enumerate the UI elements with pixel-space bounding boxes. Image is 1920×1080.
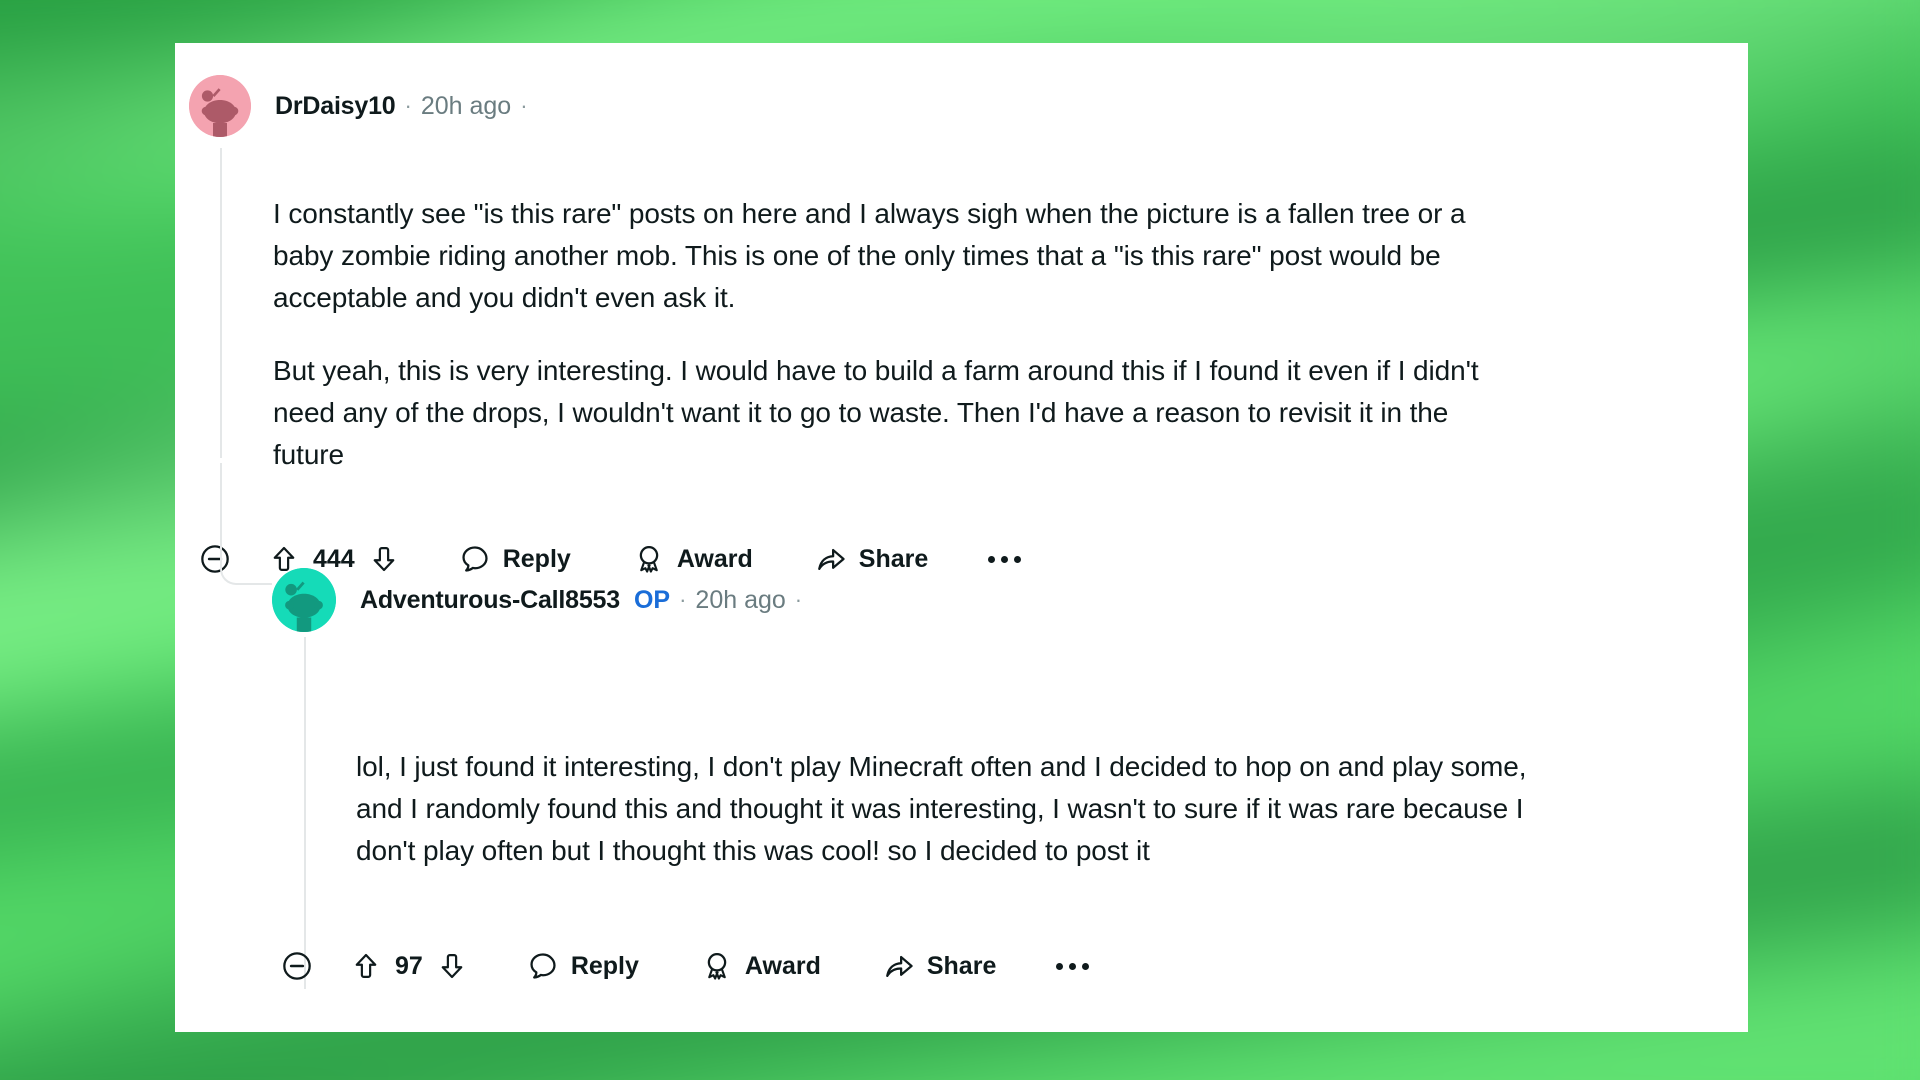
- meta-separator: ·: [404, 93, 412, 118]
- reply-body: lol, I just found it interesting, I don'…: [356, 746, 1574, 872]
- vote-group: 97: [351, 951, 467, 981]
- share-button[interactable]: Share: [883, 950, 996, 982]
- comment-author-name[interactable]: DrDaisy10: [275, 92, 396, 121]
- comment-card: DrDaisy10 · 20h ago · I constantly see "…: [175, 43, 1748, 1032]
- reply-action-bar: 97 Reply Award Share: [281, 950, 1090, 982]
- award-ribbon-icon: [707, 952, 727, 980]
- comment-header: DrDaisy10 · 20h ago ·: [189, 75, 537, 137]
- avatar-snoo-teal[interactable]: [272, 568, 336, 632]
- snoo-glyph-icon: [189, 75, 251, 137]
- downvote-arrow-icon: [441, 954, 463, 979]
- upvote-arrow-icon: [355, 953, 377, 978]
- overflow-dots-icon[interactable]: [1056, 962, 1090, 970]
- reply-author-name[interactable]: Adventurous-Call8553: [360, 586, 620, 615]
- comment-paragraph: I constantly see "is this rare" posts on…: [273, 198, 1466, 313]
- meta-separator-trailing: ·: [520, 93, 528, 118]
- upvote-button[interactable]: [351, 951, 381, 981]
- award-button[interactable]: Award: [701, 950, 821, 982]
- share-arrow-icon: [817, 548, 845, 570]
- reply-label: Reply: [570, 951, 639, 980]
- share-label: Share: [858, 544, 929, 573]
- reply-paragraph: lol, I just found it interesting, I don'…: [356, 751, 1527, 866]
- minus-circle-icon: [283, 952, 311, 980]
- share-arrow-icon: [885, 955, 913, 977]
- op-badge: OP: [633, 585, 671, 614]
- reply-header: Adventurous-Call8553 OP · 20h ago ·: [272, 568, 811, 632]
- comment-bubble-icon: [530, 953, 556, 979]
- share-label: Share: [926, 951, 997, 980]
- reply-button[interactable]: Reply: [527, 950, 639, 982]
- downvote-button[interactable]: [437, 951, 467, 981]
- thread-connector-curve: [220, 463, 272, 585]
- thread-line-level-2: [304, 637, 306, 989]
- comment-timestamp: 20h ago: [420, 91, 512, 120]
- meta-separator: ·: [679, 587, 687, 612]
- share-button[interactable]: Share: [815, 543, 928, 575]
- avatar-snoo-pink[interactable]: [189, 75, 251, 137]
- thread-line-level-1: [220, 148, 222, 458]
- snoo-glyph-icon: [272, 568, 336, 632]
- overflow-dots-icon[interactable]: [988, 555, 1022, 563]
- vote-count: 97: [395, 951, 423, 980]
- comment-body: I constantly see "is this rare" posts on…: [273, 193, 1489, 476]
- comment-paragraph: But yeah, this is very interesting. I wo…: [273, 355, 1479, 470]
- collapse-button[interactable]: [281, 950, 313, 982]
- award-label: Award: [744, 951, 821, 980]
- reply-timestamp: 20h ago: [695, 585, 786, 614]
- meta-separator-trailing: ·: [794, 587, 803, 612]
